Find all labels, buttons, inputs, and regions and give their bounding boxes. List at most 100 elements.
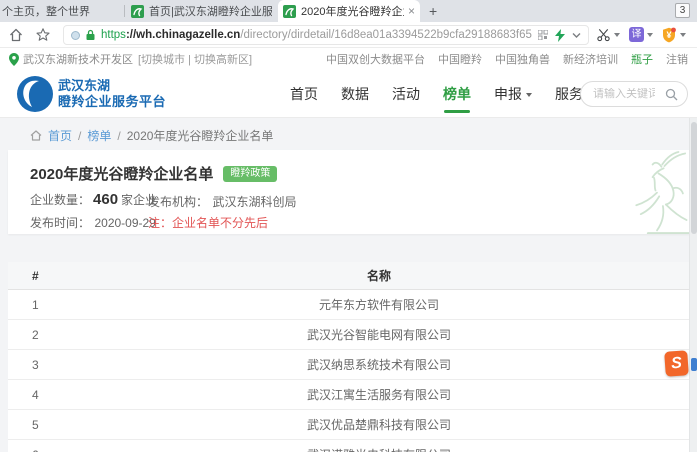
username-link[interactable]: 瓶子	[631, 51, 653, 67]
new-tab-button[interactable]: +	[420, 0, 446, 22]
sogou-ime-widget[interactable]: S	[664, 350, 697, 377]
link-china-gazelle[interactable]: 中国瞪羚	[438, 51, 482, 67]
row-index: 1	[32, 297, 39, 312]
site-top-strip: 武汉东湖新技术开发区 [切换城市 | 切换高新区] 中国双创大数据平台 中国瞪羚…	[0, 48, 697, 70]
enterprise-table: # 名称 1 元年东方软件有限公司 2 武汉光谷智能电网有限公司 3 武汉纳思系…	[8, 262, 690, 452]
translate-icon: 译	[629, 27, 644, 42]
nav-item-rankings[interactable]: 榜单	[443, 84, 471, 113]
urlbar-actions	[538, 28, 581, 42]
caret-down-icon	[680, 33, 686, 37]
site-search	[580, 81, 688, 107]
home-icon	[30, 130, 42, 141]
browser-window: 个主页，整个世界 首页|武汉东湖瞪羚企业服务平台 2020年度光谷瞪羚企业名单|…	[0, 0, 697, 452]
browser-tab-current[interactable]: 2020年度光谷瞪羚企业名单|武汉 ×	[278, 0, 420, 22]
date-label: 发布时间：	[30, 216, 91, 230]
date-value: 2020-09-29	[94, 216, 156, 230]
policy-badge: 瞪羚政策	[223, 165, 278, 182]
sogou-icon[interactable]: S	[664, 350, 689, 377]
home-button-icon[interactable]	[8, 27, 24, 43]
address-bar[interactable]: https://wh.chinagazelle.cn/directory/dir…	[63, 25, 589, 45]
company-name: 武汉纳思系统技术有限公司	[306, 358, 451, 372]
breadcrumb-current: 2020年度光谷瞪羚企业名单	[126, 129, 274, 143]
nav-item-declare[interactable]: 申报	[494, 84, 532, 104]
org-value: 武汉东湖科创局	[212, 195, 297, 209]
translate-extension-button[interactable]: 译	[629, 27, 653, 42]
scrollbar-thumb[interactable]	[691, 122, 697, 234]
company-name: 武汉优品楚鼎科技有限公司	[306, 418, 451, 432]
close-tab-icon[interactable]: ×	[408, 5, 415, 17]
search-input[interactable]	[581, 88, 655, 100]
breadcrumb-separator: /	[78, 128, 82, 143]
link-china-unicorn[interactable]: 中国独角兽	[495, 51, 550, 67]
nav-item-activity[interactable]: 活动	[392, 84, 420, 104]
page-title: 2020年度光谷瞪羚企业名单	[30, 166, 214, 183]
row-index: 6	[8, 448, 68, 452]
gazelle-favicon-icon	[283, 4, 296, 18]
secure-lock-icon	[86, 29, 95, 40]
site-logo-text[interactable]: 武汉东湖 瞪羚企业服务平台	[58, 78, 166, 110]
tab-label: 个主页，整个世界	[2, 6, 90, 18]
nav-item-home[interactable]: 首页	[290, 84, 318, 104]
table-row: 3 武汉纳思系统技术有限公司	[8, 350, 690, 380]
screenshot-scissors-button[interactable]	[596, 27, 620, 42]
publisher: 发布机构： 武汉东湖科创局	[148, 193, 296, 211]
url-text: https://wh.chinagazelle.cn/directory/dir…	[101, 29, 532, 41]
wallet-shield-extension-button[interactable]: ¥	[661, 27, 686, 43]
breadcrumb-section-link[interactable]: 榜单	[87, 127, 111, 144]
yuan-glyph: ¥	[666, 30, 672, 40]
page-scrollbar[interactable]	[689, 118, 697, 452]
lightning-accelerate-icon[interactable]	[555, 28, 565, 42]
row-index: 2	[32, 327, 39, 342]
list-info-card: 2020年度光谷瞪羚企业名单 瞪羚政策 企业数量： 460 家企业 发布机构： 武汉…	[8, 150, 690, 234]
url-host: ://wh.chinagazelle.cn	[125, 29, 241, 41]
table-row: 2 武汉光谷智能电网有限公司	[8, 320, 690, 350]
breadcrumb: 首页 / 榜单 / 2020年度光谷瞪羚企业名单	[30, 127, 273, 144]
location-text: 武汉东湖新技术开发区	[23, 54, 133, 66]
table-row: 6 武汉诺雅光电科技有限公司	[8, 440, 690, 452]
gazelle-favicon-icon	[131, 4, 144, 18]
tab-label: 首页|武汉东湖瞪羚企业服务平台	[149, 6, 272, 18]
browser-tab-bar: 个主页，整个世界 首页|武汉东湖瞪羚企业服务平台 2020年度光谷瞪羚企业名单|…	[0, 0, 697, 22]
chevron-down-icon	[526, 93, 532, 97]
chevron-down-icon[interactable]	[572, 32, 581, 39]
browser-tab-home[interactable]: 个主页，整个世界	[0, 0, 124, 22]
nav-item-services[interactable]: 服务	[555, 84, 583, 104]
url-path: /directory/dirdetail/16d8ea01a3394522b9c…	[240, 29, 532, 41]
order-note: 注：企业名单不分先后	[148, 216, 269, 230]
card-title-row: 2020年度光谷瞪羚企业名单 瞪羚政策	[30, 163, 278, 184]
site-permission-icon[interactable]	[71, 30, 80, 40]
enterprise-count: 企业数量： 460 家企业	[30, 191, 157, 209]
site-logo-icon[interactable]	[17, 76, 53, 112]
browser-toolbar: https://wh.chinagazelle.cn/directory/dir…	[0, 22, 697, 48]
link-big-data-platform[interactable]: 中国双创大数据平台	[326, 51, 425, 67]
column-header-name: 名称	[366, 269, 391, 283]
breadcrumb-separator: /	[117, 128, 121, 143]
column-header-index: #	[32, 268, 39, 283]
qr-code-icon[interactable]	[538, 30, 548, 40]
logo-line1: 武汉东湖	[58, 78, 111, 93]
count-label: 企业数量：	[30, 193, 91, 207]
org-label: 发布机构：	[148, 195, 209, 209]
publish-date: 发布时间： 2020-09-29	[30, 214, 156, 232]
table-row: 1 元年东方软件有限公司	[8, 290, 690, 320]
logout-link[interactable]: 注销	[666, 51, 688, 67]
caret-down-icon	[614, 32, 620, 37]
company-name: 武汉江寓生活服务有限公司	[306, 388, 451, 402]
bookmark-star-icon[interactable]	[35, 27, 51, 43]
switch-city-links[interactable]: [切换城市 | 切换高新区]	[138, 51, 252, 67]
count-value: 460	[93, 191, 119, 208]
tab-count-badge[interactable]: 3	[675, 3, 690, 18]
company-name: 武汉诺雅光电科技有限公司	[68, 446, 690, 452]
location-pin-icon	[9, 52, 19, 66]
page-content: 首页 / 榜单 / 2020年度光谷瞪羚企业名单 2020年度光谷瞪羚企业名单 …	[0, 118, 697, 452]
breadcrumb-home-link[interactable]: 首页	[48, 127, 72, 144]
link-new-economy-training[interactable]: 新经济培训	[563, 51, 618, 67]
nav-item-data[interactable]: 数据	[341, 84, 369, 104]
main-navigation: 首页 数据 活动 榜单 申报 服务	[290, 70, 583, 118]
url-scheme: https	[101, 29, 126, 41]
search-icon[interactable]	[665, 88, 678, 101]
browser-tab-site-home[interactable]: 首页|武汉东湖瞪羚企业服务平台	[125, 0, 278, 22]
table-row: 5 武汉优品楚鼎科技有限公司	[8, 410, 690, 440]
site-header: 武汉东湖 瞪羚企业服务平台 首页 数据 活动 榜单 申报 服务	[0, 70, 697, 118]
shield-icon: ¥	[661, 27, 677, 43]
